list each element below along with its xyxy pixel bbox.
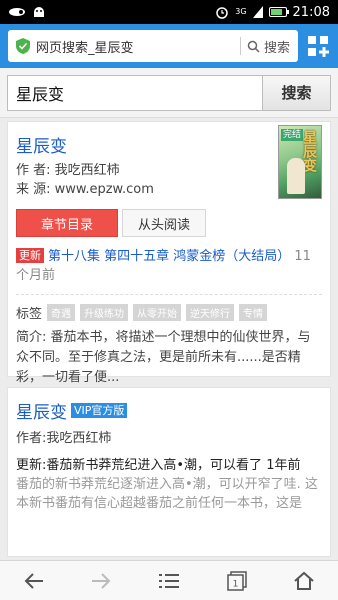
result-card-primary: 星辰变 作 者: 我吃西红柿 来 源: www.epzw.com 完结 星辰变 … (7, 121, 331, 385)
home-button[interactable] (284, 565, 324, 597)
address-search-label: 搜索 (263, 40, 290, 56)
browser-toolbar: 网页搜索_星辰变 搜索 (0, 24, 338, 68)
tabs-count: 1 (232, 579, 238, 589)
book-title-link[interactable]: 星辰变 (16, 132, 322, 157)
tag-chip[interactable]: 专情 (239, 304, 268, 321)
tag-chip[interactable]: 升级练功 (80, 304, 129, 321)
url-text: 网页搜索_星辰变 (36, 40, 134, 56)
book-author: 作者:我吃西红柿 (16, 431, 112, 446)
table-of-contents-button[interactable]: 章节目录 (16, 209, 118, 237)
update-badge: 更新 (16, 248, 44, 263)
status-bar: 3G 21:08 (0, 0, 338, 24)
update-time: 1年前 (266, 458, 301, 473)
divider (16, 294, 322, 295)
url-divider (239, 37, 241, 55)
search-input[interactable] (7, 74, 263, 111)
menu-button[interactable] (149, 565, 189, 597)
home-icon (294, 571, 314, 590)
book-cover-image[interactable]: 完结 星辰变 (278, 125, 322, 199)
menu-icon (158, 573, 179, 588)
back-button[interactable] (14, 565, 54, 597)
forward-arrow-icon (92, 572, 111, 589)
forward-button[interactable] (81, 565, 121, 597)
android-icon (34, 7, 44, 17)
tag-chip[interactable]: 从零开始 (133, 304, 182, 321)
result-card-secondary: 星辰变 VIP官方版 作者:我吃西红柿 更新:番茄新书莽荒纪进入高•潮，可以看了… (7, 387, 331, 557)
action-buttons: 章节目录 从头阅读 (16, 209, 322, 237)
vip-badge: VIP官方版 (71, 403, 128, 418)
book-intro: 简介: 番茄本书，将描述一个理想中的仙侠世界，与众不同。至于修真之法，更是前所未… (16, 330, 311, 385)
tags-label: 标签 (16, 307, 43, 322)
book-source: 来 源: www.epzw.com (16, 182, 154, 197)
read-from-start-button[interactable]: 从头阅读 (122, 209, 206, 237)
network-type: 3G (235, 7, 247, 16)
shield-check-icon (16, 38, 30, 54)
search-icon (247, 40, 260, 53)
tag-chip[interactable]: 逆天修行 (186, 304, 235, 321)
book-title-link[interactable]: 星辰变 (16, 398, 67, 423)
update-line[interactable]: 更新:番茄新书莽荒纪进入高•潮，可以看了 1年前 (16, 456, 322, 475)
tabs-icon: 1 (226, 570, 247, 591)
status-left-icons (8, 6, 46, 18)
battery-icon (268, 7, 289, 17)
book-author: 作 者: 我吃西红柿 (16, 163, 120, 178)
bottom-navigation: 1 (0, 560, 338, 600)
book-description: 番茄的新书莽荒纪逐渐进入高•潮，可以开窄了哇. 这本新书番茄有信心超越番茄之前任… (16, 477, 318, 511)
tags-row: 标签 奇遇 升级练功 从零开始 逆天修行 专情 (16, 303, 322, 322)
oval-status-icon (9, 8, 25, 16)
clock: 21:08 (292, 4, 330, 20)
search-form: 搜索 (0, 68, 338, 118)
address-bar[interactable]: 网页搜索_星辰变 搜索 (8, 30, 298, 62)
latest-chapter[interactable]: 更新 第十八集 第四十五章 鸿蒙金榜（大结局） 11个月前 (16, 247, 322, 285)
alarm-icon (216, 7, 228, 19)
back-arrow-icon (24, 572, 43, 589)
tabs-button[interactable]: 1 (217, 565, 257, 597)
search-button[interactable]: 搜索 (263, 74, 331, 111)
title-row: 星辰变 VIP官方版 (16, 398, 322, 423)
signal-icon (252, 6, 263, 18)
tag-chip[interactable]: 奇遇 (47, 304, 76, 321)
status-right-icons: 3G 21:08 (215, 5, 330, 20)
latest-chapter-link[interactable]: 第十八集 第四十五章 鸿蒙金榜（大结局） (48, 249, 290, 264)
update-text: 更新:番茄新书莽荒纪进入高•潮，可以看了 (16, 458, 263, 473)
address-search-button[interactable]: 搜索 (247, 37, 290, 56)
grid-menu-icon[interactable] (306, 34, 330, 58)
